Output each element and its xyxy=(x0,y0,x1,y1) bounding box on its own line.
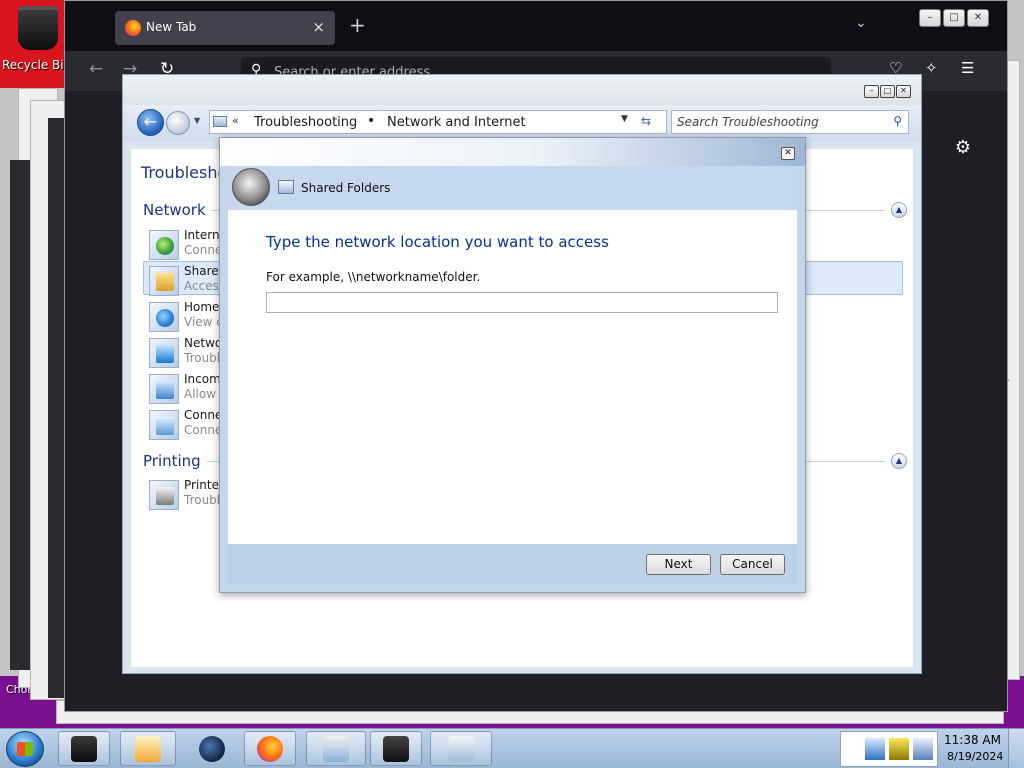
close-window-button[interactable]: ✕ xyxy=(896,85,911,98)
section-network: Network xyxy=(143,201,206,219)
minimize-button[interactable]: – xyxy=(919,9,941,27)
troubleshooting-titlebar: – □ ✕ xyxy=(123,75,921,105)
back-arrow-icon[interactable]: ← xyxy=(89,59,103,79)
clock-date[interactable]: 8/19/2024 xyxy=(947,750,1003,763)
cancel-button[interactable]: Cancel xyxy=(720,554,785,575)
section-printing: Printing xyxy=(143,452,201,470)
shared-folders-dialog: ✕ Shared Folders Type the network locati… xyxy=(219,137,806,593)
collapse-printing-icon[interactable]: ▲ xyxy=(891,453,907,469)
snipping-tool-icon xyxy=(323,735,349,762)
start-button[interactable] xyxy=(6,731,44,767)
taskbar: 11:38 AM 8/19/2024 xyxy=(0,728,1024,768)
new-tab-icon[interactable]: + xyxy=(349,13,366,37)
terminal-icon xyxy=(71,735,97,762)
display-icon xyxy=(383,735,409,762)
clock-time[interactable]: 11:38 AM xyxy=(944,733,1001,747)
incoming-connections-icon xyxy=(149,374,179,404)
taskbar-globe-browser[interactable] xyxy=(186,731,238,766)
taskbar-display[interactable] xyxy=(370,731,422,766)
list-item-subtitle: Troubl xyxy=(184,493,221,507)
list-item-title: Incom xyxy=(184,372,221,386)
list-item-subtitle: Allow xyxy=(184,387,217,401)
list-item-title: Netwo xyxy=(184,336,223,350)
display-tray-icon[interactable] xyxy=(889,738,909,760)
list-item-subtitle: Troubl xyxy=(184,351,221,365)
dialog-footer: Next Cancel xyxy=(228,544,797,584)
tab-title: New Tab xyxy=(146,20,197,34)
recent-pages-icon[interactable]: ▼ xyxy=(194,116,200,125)
troubleshooting-window-controls: – □ ✕ xyxy=(864,85,911,98)
breadcrumb[interactable]: « Troubleshooting • Network and Internet xyxy=(209,110,667,134)
dialog-title: Shared Folders xyxy=(301,181,391,195)
close-window-button[interactable]: ✕ xyxy=(967,9,989,27)
taskbar-terminal[interactable] xyxy=(58,731,110,766)
network-location-input[interactable] xyxy=(266,292,778,313)
list-all-tabs-icon[interactable]: ⌄ xyxy=(855,15,867,31)
homegroup-icon xyxy=(149,302,179,332)
network-tray-icon[interactable] xyxy=(865,738,885,760)
shared-folder-icon xyxy=(278,180,294,194)
back-arrow-icon[interactable] xyxy=(232,168,270,206)
shared-folder-icon xyxy=(149,266,179,296)
globe-icon xyxy=(149,230,179,260)
forward-arrow-icon[interactable] xyxy=(166,111,190,135)
media-player-icon xyxy=(135,735,161,762)
next-button[interactable]: Next xyxy=(646,554,711,575)
dialog-heading: Type the network location you want to ac… xyxy=(266,233,609,251)
extensions-icon[interactable]: ✧ xyxy=(925,59,938,77)
breadcrumb-separator[interactable]: • xyxy=(367,113,375,129)
firefox-window-controls: – □ ✕ xyxy=(919,9,989,27)
troubleshooting-icon xyxy=(448,735,474,762)
tab-new-tab[interactable]: New Tab × xyxy=(115,11,335,45)
dialog-titlebar: ✕ xyxy=(220,138,805,166)
printer-icon xyxy=(149,480,179,510)
taskbar-firefox[interactable] xyxy=(244,731,296,766)
network-adapter-icon xyxy=(149,338,179,368)
back-arrow-icon[interactable]: ← xyxy=(137,109,164,136)
dialog-header: Shared Folders xyxy=(228,166,797,210)
globe-browser-icon xyxy=(199,735,225,762)
menu-icon[interactable]: ☰ xyxy=(961,59,974,77)
maximize-button[interactable]: □ xyxy=(880,85,895,98)
taskbar-troubleshooting[interactable] xyxy=(430,731,492,766)
example-hint: For example, \\networkname\folder. xyxy=(266,270,481,284)
taskbar-snipping-tool[interactable] xyxy=(306,731,366,766)
firefox-tabstrip: New Tab × + ⌄ – □ ✕ xyxy=(65,1,1007,51)
dialog-body: Type the network location you want to ac… xyxy=(228,210,797,544)
workplace-connection-icon xyxy=(149,410,179,440)
recycle-bin-icon[interactable] xyxy=(18,6,58,50)
windows-logo-icon xyxy=(17,742,33,756)
list-item-title: Conne xyxy=(184,408,223,422)
gear-icon[interactable]: ⚙ xyxy=(955,137,971,158)
close-tab-icon[interactable]: × xyxy=(312,18,325,36)
refresh-icon[interactable]: ⇆ xyxy=(641,114,651,128)
search-input[interactable]: Search Troubleshooting ⚲ xyxy=(671,110,909,134)
list-item-title: Printer xyxy=(184,478,224,492)
collapse-network-icon[interactable]: ▲ xyxy=(891,202,907,218)
action-center-icon[interactable] xyxy=(913,738,933,760)
firefox-icon xyxy=(125,20,141,36)
search-placeholder: Search Troubleshooting xyxy=(677,115,819,129)
list-item-title: Home xyxy=(184,300,220,314)
firefox-icon xyxy=(257,735,283,762)
breadcrumb-network-and-internet[interactable]: Network and Internet xyxy=(387,115,526,130)
search-icon[interactable]: ⚲ xyxy=(893,114,902,128)
breadcrumb-overflow-icon[interactable]: « xyxy=(232,114,239,127)
close-dialog-button[interactable]: ✕ xyxy=(781,147,795,160)
show-desktop-button[interactable] xyxy=(1008,729,1024,768)
control-panel-icon xyxy=(213,116,227,127)
explorer-address-bar: ← ▼ « Troubleshooting • Network and Inte… xyxy=(123,105,921,141)
list-item-subtitle: Conne xyxy=(184,423,223,437)
breadcrumb-troubleshooting[interactable]: Troubleshooting xyxy=(254,115,357,130)
maximize-button[interactable]: □ xyxy=(943,9,965,27)
recycle-bin-label[interactable]: Recycle Bi xyxy=(2,58,66,72)
minimize-button[interactable]: – xyxy=(864,85,879,98)
chevron-down-icon[interactable]: ▼ xyxy=(621,114,628,124)
taskbar-media-player[interactable] xyxy=(120,731,176,766)
notification-area xyxy=(840,731,938,767)
list-item-subtitle: View c xyxy=(184,315,223,329)
list-item-subtitle: Conne xyxy=(184,243,223,257)
